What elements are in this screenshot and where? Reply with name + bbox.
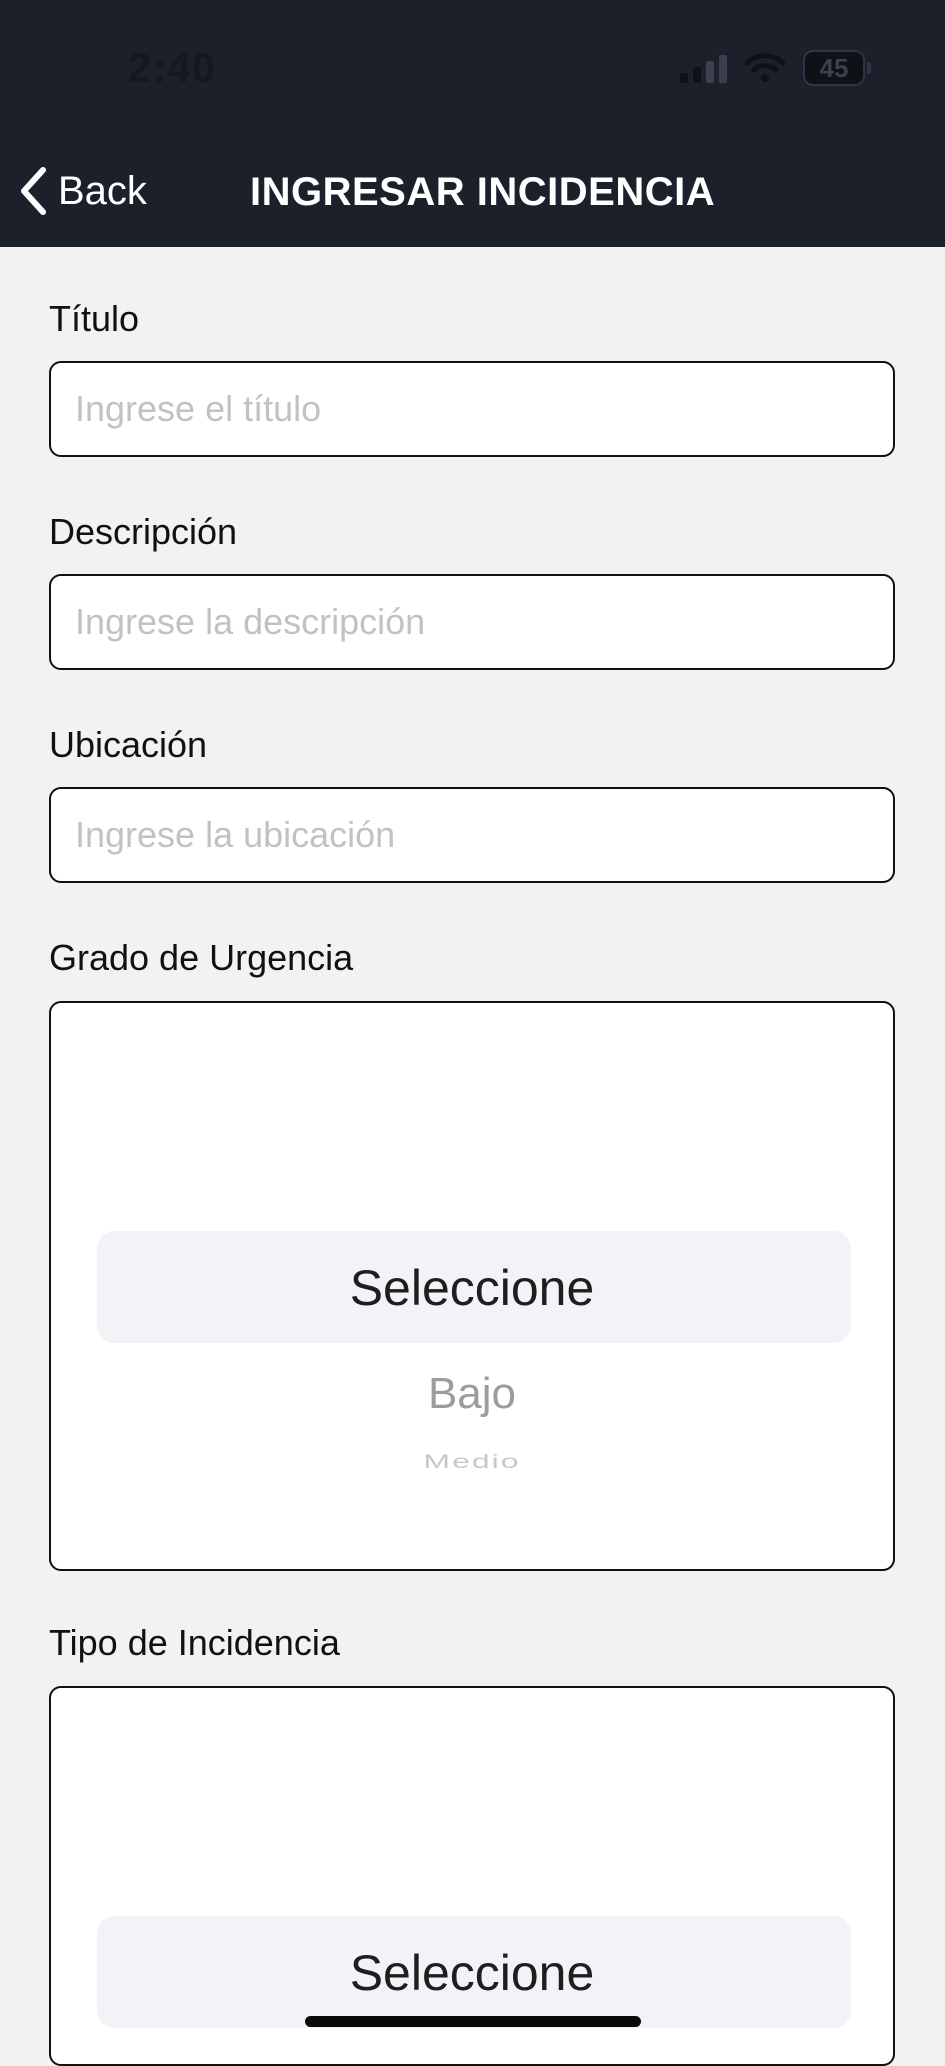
status-icons: 45: [680, 50, 871, 86]
battery-icon: 45: [803, 50, 871, 86]
app-header: 2:40 45 Back INGRESAR INCIDENCIA: [0, 0, 945, 247]
home-indicator: [305, 2016, 641, 2027]
ubicacion-input[interactable]: [49, 787, 895, 883]
back-label: Back: [58, 168, 147, 213]
ubicacion-label: Ubicación: [49, 724, 208, 765]
wifi-icon: [745, 53, 785, 83]
descripcion-input[interactable]: [49, 574, 895, 670]
descripcion-label: Descripción: [49, 511, 238, 552]
urgencia-picker[interactable]: Seleccione Bajo Medio: [49, 1001, 895, 1571]
urgencia-selected-option[interactable]: Seleccione: [51, 1259, 893, 1317]
titulo-label: Título: [49, 298, 140, 339]
tipo-picker[interactable]: Seleccione: [49, 1686, 895, 2066]
battery-level: 45: [819, 52, 849, 83]
urgencia-label: Grado de Urgencia: [49, 937, 354, 978]
chevron-left-icon: [21, 167, 46, 215]
titulo-input[interactable]: [49, 361, 895, 457]
tipo-selected-option[interactable]: Seleccione: [51, 1944, 893, 2002]
page-title: INGRESAR INCIDENCIA: [250, 170, 716, 214]
urgencia-option-bajo[interactable]: Bajo: [51, 1369, 893, 1419]
cellular-signal-icon: [680, 53, 727, 83]
back-button[interactable]: Back: [18, 166, 147, 216]
tipo-label: Tipo de Incidencia: [49, 1622, 340, 1663]
urgencia-option-medio[interactable]: Medio: [51, 1450, 893, 1472]
status-time: 2:40: [128, 44, 217, 91]
